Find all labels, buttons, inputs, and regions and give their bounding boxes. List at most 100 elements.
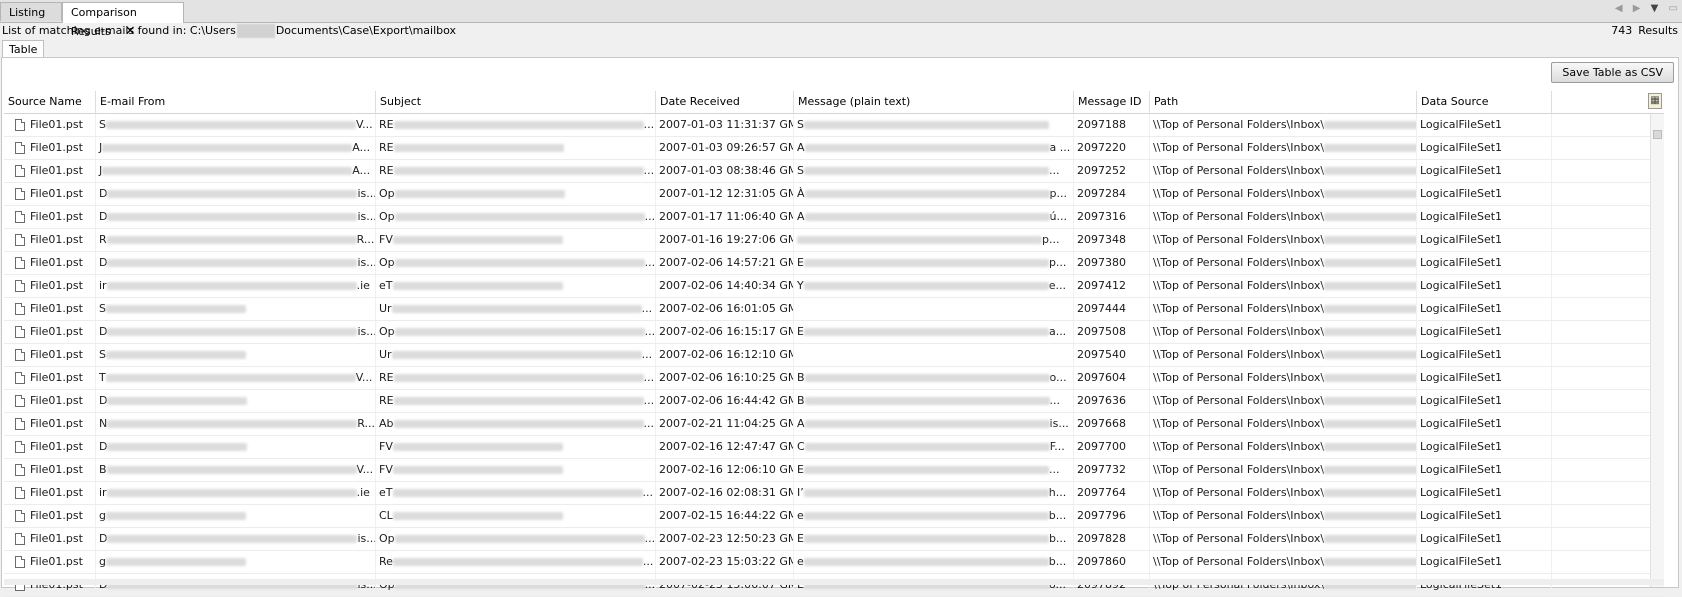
- redacted-text: [394, 535, 645, 543]
- redacted-text: [391, 351, 642, 359]
- column-header-subject[interactable]: Subject: [376, 91, 656, 113]
- date-received-cell: 2007-02-06 16:12:10 GMT: [656, 344, 794, 366]
- date-received-cell: 2007-01-03 09:26:57 GMT: [656, 137, 794, 159]
- table-row[interactable]: File01.pst S V... RE... 2007-01-03 11:31:37 …: [4, 114, 1664, 137]
- table-row[interactable]: File01.pst B V... FV 2007-02-16 12:06:10 GMT…: [4, 459, 1664, 482]
- data-source-cell: LogicalFileSet1: [1417, 321, 1552, 343]
- subject-cell: Op...: [376, 206, 656, 228]
- data-source-cell: LogicalFileSet1: [1417, 574, 1552, 596]
- subject-cell: Op...: [376, 321, 656, 343]
- message-cell: Àp...: [794, 183, 1074, 205]
- scrollbar-thumb[interactable]: [1653, 130, 1662, 139]
- restore-window-icon[interactable]: ▭: [1669, 3, 1678, 14]
- email-from-cell: ir .ie: [96, 275, 376, 297]
- table-row[interactable]: File01.pst J A... RE 2007-01-03 09:26:57 GMT…: [4, 137, 1664, 160]
- column-header-data-source[interactable]: Data Source: [1417, 91, 1552, 113]
- message-cell: [794, 298, 1074, 320]
- redacted-text: [803, 512, 1049, 520]
- date-received-cell: 2007-01-03 08:38:46 GMT: [656, 160, 794, 182]
- redacted-text: [107, 420, 358, 428]
- column-selector-icon[interactable]: ▦: [1648, 93, 1662, 109]
- table-row[interactable]: File01.pst Dis... Op... 2007-01-17 11:06:40…: [4, 206, 1664, 229]
- path-cell: \\Top of Personal Folders\Inbox\: [1150, 436, 1417, 458]
- table-row[interactable]: File01.pst D FV 2007-02-16 12:47:47 GMT C F..…: [4, 436, 1664, 459]
- redacted-text: [1324, 190, 1416, 198]
- table-row[interactable]: File01.pst S Ur... 2007-02-06 16:12:10 GMT 2…: [4, 344, 1664, 367]
- date-received-cell: 2007-02-06 16:44:42 GMT: [656, 390, 794, 412]
- redacted-text: [393, 397, 644, 405]
- email-from-cell: Dis...: [96, 528, 376, 550]
- redacted-text: [804, 397, 1050, 405]
- source-name-cell: File01.pst: [4, 275, 96, 297]
- table-row[interactable]: File01.pst R R... FV 2007-01-16 19:27:06 GMT…: [4, 229, 1664, 252]
- file-icon: [15, 533, 25, 545]
- table-row[interactable]: File01.pst J A... RE... 2007-01-03 08:38:46 …: [4, 160, 1664, 183]
- table-row[interactable]: File01.pst Dis... Op 2007-01-12 12:31:05 GM…: [4, 183, 1664, 206]
- source-name-cell: File01.pst: [4, 252, 96, 274]
- table-header: Source Name E-mail From Subject Date Rec…: [4, 91, 1664, 114]
- path-cell: \\Top of Personal Folders\Inbox\: [1150, 528, 1417, 550]
- email-from-cell: N R...: [96, 413, 376, 435]
- message-id-cell: 2097220: [1074, 137, 1150, 159]
- scroll-left-icon[interactable]: ◀: [1615, 3, 1623, 14]
- email-from-cell: J A...: [96, 160, 376, 182]
- vertical-scrollbar[interactable]: ▾: [1650, 114, 1664, 587]
- email-from-cell: Dis...: [96, 183, 376, 205]
- source-name-cell: File01.pst: [4, 344, 96, 366]
- subject-cell: CL: [376, 505, 656, 527]
- table-row[interactable]: File01.pst N R... Ab... 2007-02-21 11:04:25 …: [4, 413, 1664, 436]
- source-name-cell: File01.pst: [4, 229, 96, 251]
- data-source-cell: LogicalFileSet1: [1417, 367, 1552, 389]
- table-row[interactable]: File01.pst g Re... 2007-02-23 15:03:22 GMT e…: [4, 551, 1664, 574]
- redacted-text: [803, 259, 1049, 267]
- redacted-text: [106, 466, 357, 474]
- tab-table[interactable]: Table: [2, 40, 45, 58]
- file-icon: [15, 165, 25, 177]
- message-id-cell: 2097252: [1074, 160, 1150, 182]
- column-header-message[interactable]: Message (plain text): [794, 91, 1074, 113]
- redacted-text: [106, 282, 357, 290]
- column-header-source-name[interactable]: Source Name: [4, 91, 96, 113]
- results-source-label: List of matching e-mails found in: C:\Us…: [2, 24, 457, 38]
- date-received-cell: 2007-02-06 14:57:21 GMT: [656, 252, 794, 274]
- table-row[interactable]: File01.pst D RE... 2007-02-06 16:44:42 GMT B…: [4, 390, 1664, 413]
- message-cell: [794, 344, 1074, 366]
- tab-label: Listing: [9, 6, 46, 19]
- redacted-text: [1324, 374, 1416, 382]
- column-header-path[interactable]: Path: [1150, 91, 1417, 113]
- table-row[interactable]: File01.pst Dis... Op... 2007-02-23 12:50:23…: [4, 528, 1664, 551]
- table-row[interactable]: File01.pst ir .ie eT 2007-02-06 14:40:34 GMT…: [4, 275, 1664, 298]
- message-id-cell: 2097892: [1074, 574, 1150, 596]
- redacted-text: [797, 236, 1042, 244]
- table-row[interactable]: File01.pstDis...Op...2007-02-23 15:06:07…: [4, 574, 1664, 597]
- message-cell: Eb...: [794, 528, 1074, 550]
- redacted-text: [394, 259, 645, 267]
- table-row[interactable]: File01.pst ir .ie eT... 2007-02-16 02:08:31 …: [4, 482, 1664, 505]
- column-header-email-from[interactable]: E-mail From: [96, 91, 376, 113]
- column-header-message-id[interactable]: Message ID: [1074, 91, 1150, 113]
- scroll-right-icon[interactable]: ▶: [1633, 3, 1641, 14]
- results-count: 743 Results: [1611, 24, 1678, 37]
- redacted-text: [803, 558, 1049, 566]
- redacted-text: [106, 236, 357, 244]
- save-table-as-csv-button[interactable]: Save Table as CSV: [1551, 62, 1674, 83]
- table-row[interactable]: File01.pst g CL 2007-02-15 16:44:22 GMT e b..…: [4, 505, 1664, 528]
- message-id-cell: 2097412: [1074, 275, 1150, 297]
- redacted-text: [1324, 121, 1416, 129]
- tab-comparison-results[interactable]: Comparison Results ✕: [62, 2, 184, 39]
- message-cell: I’ h...: [794, 482, 1074, 504]
- horizontal-scrollbar[interactable]: [4, 579, 1664, 585]
- table-row[interactable]: File01.pst Dis... Op... 2007-02-06 14:57:21…: [4, 252, 1664, 275]
- redacted-text: [1324, 282, 1416, 290]
- date-received-cell: 2007-01-12 12:31:05 GMT: [656, 183, 794, 205]
- column-header-date-received[interactable]: Date Received: [656, 91, 794, 113]
- table-row[interactable]: File01.pst S Ur... 2007-02-06 16:01:05 GMT 2…: [4, 298, 1664, 321]
- message-id-cell: 2097540: [1074, 344, 1150, 366]
- source-name-cell: File01.pst: [4, 321, 96, 343]
- tab-list-dropdown-icon[interactable]: ▼: [1651, 3, 1659, 14]
- table-row[interactable]: File01.pst T V... RE... 2007-02-06 16:10:25 …: [4, 367, 1664, 390]
- redacted-text: [107, 443, 248, 451]
- redacted-text: [1324, 558, 1416, 566]
- tab-listing[interactable]: Listing: [0, 2, 62, 21]
- table-row[interactable]: File01.pst Dis... Op... 2007-02-06 16:15:17…: [4, 321, 1664, 344]
